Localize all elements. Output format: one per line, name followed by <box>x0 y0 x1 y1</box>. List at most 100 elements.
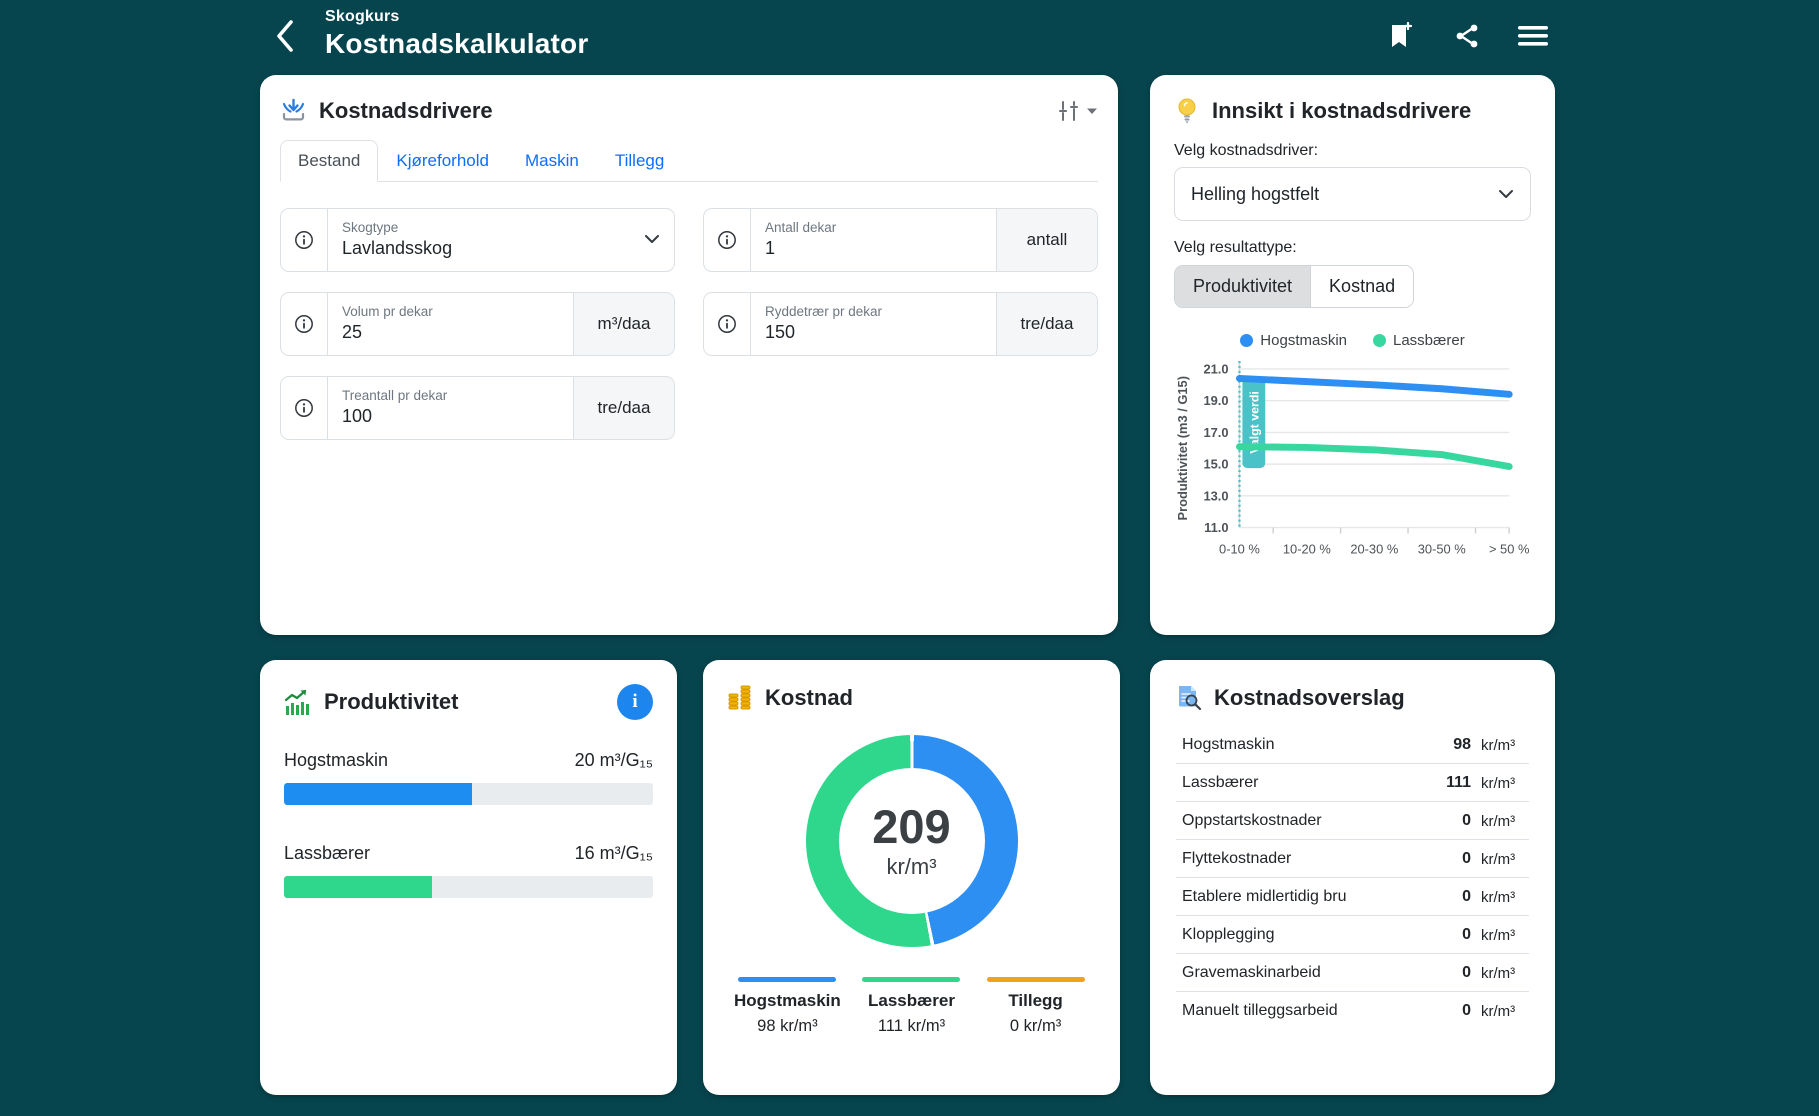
tab-bestand[interactable]: Bestand <box>280 140 378 182</box>
insight-chart-legend: Hogstmaskin Lassbærer <box>1174 332 1531 349</box>
antall-dekar-info-button[interactable] <box>704 209 751 271</box>
treantall-input[interactable]: 100 <box>342 405 559 428</box>
estimate-table-row: Klopplegging 0 kr/m³ <box>1176 916 1529 954</box>
result-type-group: Produktivitet Kostnad <box>1174 265 1414 308</box>
result-kostnad-button[interactable]: Kostnad <box>1310 266 1413 307</box>
skogtype-info-button[interactable] <box>281 209 328 271</box>
ryddetraer-unit: tre/daa <box>996 293 1097 355</box>
volum-info-button[interactable] <box>281 293 328 355</box>
back-chevron-icon <box>275 19 295 53</box>
legend-label: Hogstmaskin <box>734 991 841 1011</box>
skogtype-select[interactable]: Skogtype Lavlandsskog <box>280 208 675 272</box>
estimate-table-row: Lassbærer 111 kr/m³ <box>1176 764 1529 802</box>
estimate-row-unit: kr/m³ <box>1471 927 1527 944</box>
info-icon <box>294 314 314 334</box>
document-search-icon <box>1176 684 1202 712</box>
legend-value: 98 kr/m³ <box>757 1017 818 1036</box>
tab-maskin[interactable]: Maskin <box>507 140 597 182</box>
ryddetraer-field[interactable]: Ryddetrær pr dekar 150 tre/daa <box>703 292 1098 356</box>
legend-color-bar <box>987 977 1085 982</box>
drivers-tabs: Bestand Kjøreforhold Maskin Tillegg <box>280 140 1098 182</box>
legend-color-bar <box>738 977 836 982</box>
drivers-settings-button[interactable] <box>1058 100 1098 122</box>
estimate-row-value: 0 <box>1462 1002 1471 1020</box>
productivity-info-button[interactable]: i <box>617 684 653 720</box>
y-tick-label: 11.0 <box>1204 520 1228 535</box>
drivers-form: Skogtype Lavlandsskog Antall dekar 1 ant… <box>280 208 1098 440</box>
download-tray-icon <box>280 97 307 124</box>
cost-card: Kostnad 209 kr/m³ Hogstmaskin 98 kr/m³ L… <box>703 660 1120 1095</box>
bookmark-plus-button[interactable] <box>1385 20 1417 52</box>
cost-legend-item: Tillegg 0 kr/m³ <box>977 977 1094 1036</box>
cost-legend-item: Lassbærer 111 kr/m³ <box>853 977 970 1036</box>
estimate-row-label: Klopplegging <box>1182 926 1462 944</box>
estimate-row-value: 98 <box>1453 736 1471 754</box>
share-button[interactable] <box>1451 20 1483 52</box>
progress-fill-lassbaerer <box>284 876 432 898</box>
tab-tillegg[interactable]: Tillegg <box>597 140 682 182</box>
treantall-info-button[interactable] <box>281 377 328 439</box>
y-tick-label: 13.0 <box>1203 488 1228 503</box>
estimate-row-unit: kr/m³ <box>1471 737 1527 754</box>
estimate-table-row: Etablere midlertidig bru 0 kr/m³ <box>1176 878 1529 916</box>
estimate-row-value: 0 <box>1462 964 1471 982</box>
progress-fill-hogstmaskin <box>284 783 472 805</box>
driver-select-value: Helling hogstfelt <box>1191 184 1319 205</box>
estimate-table-row: Flyttekostnader 0 kr/m³ <box>1176 840 1529 878</box>
estimate-row-label: Lassbærer <box>1182 774 1446 792</box>
estimate-row-value: 0 <box>1462 926 1471 944</box>
cost-legend-item: Hogstmaskin 98 kr/m³ <box>729 977 846 1036</box>
cost-donut-chart: 209 kr/m³ <box>806 735 1018 947</box>
legend-label: Lassbærer <box>1393 332 1465 349</box>
growth-bars-icon <box>284 689 312 716</box>
x-tick-label: 20-30 % <box>1350 541 1398 556</box>
antall-dekar-field[interactable]: Antall dekar 1 antall <box>703 208 1098 272</box>
cost-drivers-title: Kostnadsdrivere <box>319 98 493 124</box>
info-icon <box>294 230 314 250</box>
y-tick-label: 19.0 <box>1203 393 1228 408</box>
hamburger-menu-icon <box>1517 23 1549 49</box>
ryddetraer-info-button[interactable] <box>704 293 751 355</box>
volum-input[interactable]: 25 <box>342 321 559 344</box>
back-button[interactable] <box>268 16 302 56</box>
info-icon <box>717 230 737 250</box>
x-tick-label: 10-20 % <box>1283 541 1331 556</box>
volum-field[interactable]: Volum pr dekar 25 m³/daa <box>280 292 675 356</box>
info-icon <box>717 314 737 334</box>
estimate-row-value: 111 <box>1446 774 1471 792</box>
treantall-field[interactable]: Treantall pr dekar 100 tre/daa <box>280 376 675 440</box>
insight-card: Innsikt i kostnadsdrivere Velg kostnadsd… <box>1150 75 1555 635</box>
sliders-icon <box>1058 100 1080 122</box>
result-produktivitet-button[interactable]: Produktivitet <box>1175 266 1310 307</box>
productivity-card: Produktivitet i Hogstmaskin 20 m³/G₁₅ La… <box>260 660 677 1095</box>
y-tick-label: 21.0 <box>1203 361 1228 376</box>
legend-label: Hogstmaskin <box>1260 332 1347 349</box>
estimate-row-unit: kr/m³ <box>1471 851 1527 868</box>
antall-dekar-unit: antall <box>996 209 1097 271</box>
y-tick-label: 17.0 <box>1203 425 1228 440</box>
coins-icon <box>727 684 753 711</box>
ryddetraer-input[interactable]: 150 <box>765 321 982 344</box>
estimate-row-unit: kr/m³ <box>1471 775 1527 792</box>
productivity-value: 16 m³/G₁₅ <box>575 843 653 864</box>
driver-select[interactable]: Helling hogstfelt <box>1174 167 1531 221</box>
tab-kjoreforhold[interactable]: Kjøreforhold <box>378 140 507 182</box>
estimate-row-label: Etablere midlertidig bru <box>1182 888 1462 906</box>
volum-label: Volum pr dekar <box>342 304 559 321</box>
caret-down-icon <box>1086 107 1098 115</box>
productivity-value: 20 m³/G₁₅ <box>575 750 653 771</box>
driver-select-label: Velg kostnadsdriver: <box>1174 142 1531 160</box>
antall-dekar-input[interactable]: 1 <box>765 237 982 260</box>
chevron-down-icon <box>644 234 660 244</box>
legend-dot <box>1373 334 1386 347</box>
legend-color-bar <box>862 977 960 982</box>
antall-dekar-label: Antall dekar <box>765 220 982 237</box>
productivity-row-hogstmaskin: Hogstmaskin 20 m³/G₁₅ <box>284 750 653 805</box>
result-type-label: Velg resultattype: <box>1174 239 1531 257</box>
estimate-row-value: 0 <box>1462 850 1471 868</box>
y-axis-label: Produktivitet (m3 / G15) <box>1175 376 1190 521</box>
skogtype-label: Skogtype <box>342 220 660 237</box>
menu-button[interactable] <box>1517 20 1549 52</box>
cost-title: Kostnad <box>765 685 853 711</box>
chevron-down-icon <box>1498 189 1514 199</box>
